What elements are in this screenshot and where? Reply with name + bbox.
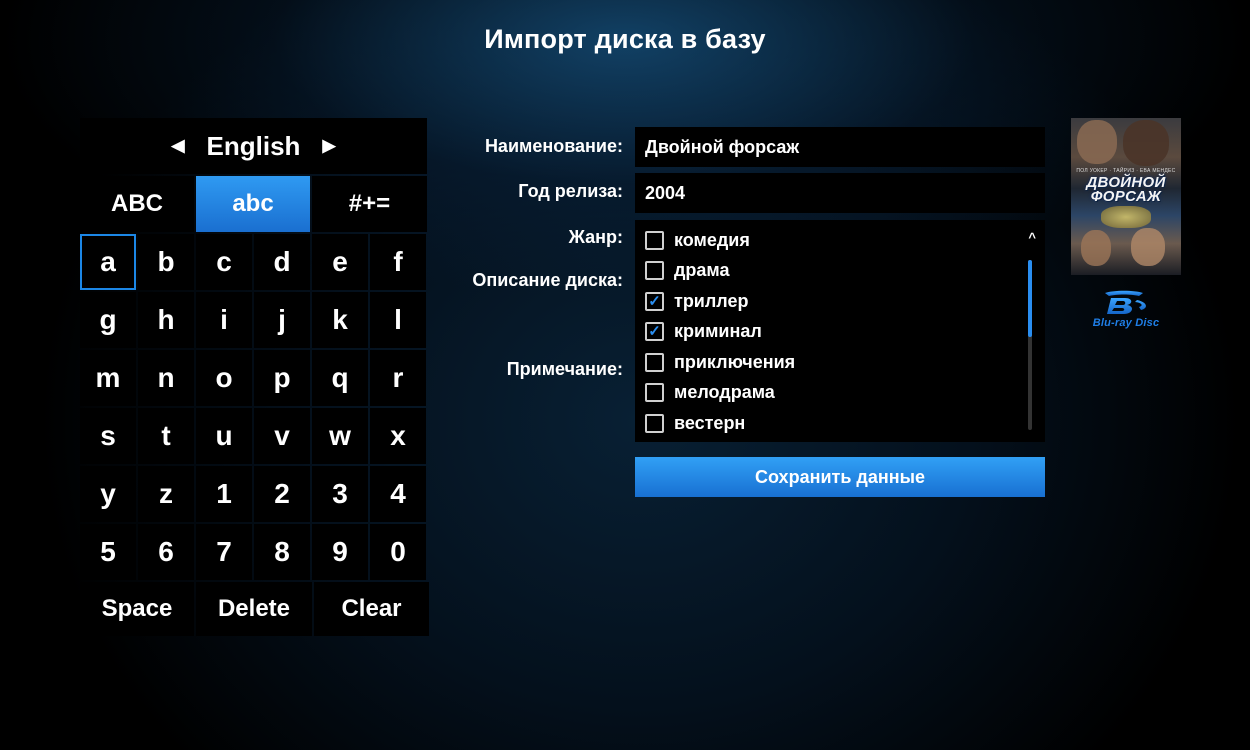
key-p[interactable]: p	[254, 350, 310, 406]
key-b[interactable]: b	[138, 234, 194, 290]
key-z[interactable]: z	[138, 466, 194, 522]
key-l[interactable]: l	[370, 292, 426, 348]
key-i[interactable]: i	[196, 292, 252, 348]
keyboard-actions: Space Delete Clear	[80, 582, 429, 636]
mode-uppercase[interactable]: ABC	[80, 176, 194, 232]
scrollbar-thumb[interactable]	[1028, 260, 1032, 337]
description-label: Описание диска:	[472, 270, 623, 290]
key-n[interactable]: n	[138, 350, 194, 406]
checkbox[interactable]	[645, 352, 664, 372]
language-label: English	[206, 130, 301, 161]
checkbox-checked[interactable]: ✓	[645, 291, 664, 311]
arrow-left-icon[interactable]: ◀	[171, 136, 184, 156]
checkbox[interactable]	[645, 261, 664, 280]
key-2[interactable]: 2	[254, 466, 310, 522]
genre-label: мелодрама	[674, 382, 775, 402]
genre-item[interactable]: драма	[645, 256, 730, 286]
key-k[interactable]: k	[312, 292, 368, 348]
key-5[interactable]: 5	[80, 524, 136, 580]
mode-lowercase[interactable]: abc	[196, 176, 310, 232]
year-field[interactable]: 2004	[635, 173, 1045, 213]
key-9[interactable]: 9	[312, 524, 368, 580]
checkbox[interactable]	[645, 230, 664, 250]
name-label: Наименование:	[484, 136, 623, 156]
year-label: Год релиза:	[518, 181, 623, 201]
key-g[interactable]: g	[80, 292, 136, 348]
key-1[interactable]: 1	[196, 466, 252, 522]
genre-label: приключения	[674, 351, 796, 372]
space-key[interactable]: Space	[80, 582, 194, 636]
genre-item[interactable]: вестерн	[645, 408, 745, 438]
chevron-up-icon[interactable]: ^	[1028, 230, 1036, 245]
genre-item[interactable]: ✓ триллер	[645, 286, 749, 316]
key-a[interactable]: a	[80, 234, 136, 290]
key-7[interactable]: 7	[196, 524, 252, 580]
mode-symbols[interactable]: #+=	[312, 176, 427, 232]
key-e[interactable]: e	[312, 234, 368, 290]
key-6[interactable]: 6	[138, 524, 194, 580]
key-grid: abcdef ghijkl mnopqr stuvwx yz1234 567890	[80, 234, 427, 580]
blu-ray-logo-text: Blu-ray Disc	[1092, 317, 1160, 329]
genre-label: криминал	[674, 321, 762, 341]
keyboard-modes: ABC abc #+=	[80, 176, 427, 232]
key-u[interactable]: u	[196, 408, 252, 464]
genre-list[interactable]: ^ комедия драма ✓ триллер ✓ криминал приключен…	[635, 220, 1045, 442]
key-q[interactable]: q	[312, 350, 368, 406]
genre-label: комедия	[674, 229, 750, 250]
genre-label: драма	[674, 260, 730, 280]
checkbox[interactable]	[645, 413, 664, 433]
key-x[interactable]: x	[370, 408, 426, 464]
key-4[interactable]: 4	[370, 466, 426, 522]
movie-poster: ПОЛ УОКЕР · ТАЙРИЗ · ЕВА МЕНДЕС ДВОЙНОЙ …	[1071, 118, 1181, 275]
key-m[interactable]: m	[80, 350, 136, 406]
key-w[interactable]: w	[312, 408, 368, 464]
language-selector[interactable]: ◀ English ▶	[80, 118, 427, 174]
key-t[interactable]: t	[138, 408, 194, 464]
key-f[interactable]: f	[370, 234, 426, 290]
genre-item[interactable]: приключения	[645, 347, 795, 377]
clear-key[interactable]: Clear	[314, 582, 429, 636]
key-o[interactable]: o	[196, 350, 252, 406]
delete-key[interactable]: Delete	[196, 582, 312, 636]
key-0[interactable]: 0	[370, 524, 426, 580]
key-s[interactable]: s	[80, 408, 136, 464]
genre-label: триллер	[674, 290, 749, 311]
key-8[interactable]: 8	[254, 524, 310, 580]
genre-item[interactable]: ✓ криминал	[645, 317, 762, 347]
genre-item[interactable]: мелодрама	[645, 378, 775, 408]
page-title: Импорт диска в базу	[484, 24, 766, 54]
genre-item[interactable]: комедия	[645, 225, 750, 255]
key-d[interactable]: d	[254, 234, 310, 290]
key-r[interactable]: r	[370, 350, 426, 406]
checkbox[interactable]	[645, 383, 664, 402]
key-h[interactable]: h	[138, 292, 194, 348]
blu-ray-disc-icon: Blu-ray Disc	[1084, 290, 1168, 335]
key-v[interactable]: v	[254, 408, 310, 464]
genre-label: вестерн	[674, 412, 746, 433]
note-label: Примечание:	[506, 359, 623, 379]
key-3[interactable]: 3	[312, 466, 368, 522]
virtual-keyboard: ◀ English ▶ ABC abc #+= abcdef ghijkl mnop…	[80, 118, 429, 636]
arrow-right-icon[interactable]: ▶	[322, 136, 335, 156]
scrollbar[interactable]	[1028, 260, 1032, 430]
name-field[interactable]: Двойной форсаж	[635, 127, 1045, 167]
key-y[interactable]: y	[80, 466, 136, 522]
save-button[interactable]: Сохранить данные	[635, 457, 1045, 497]
genre-label: Жанр:	[568, 227, 623, 247]
key-j[interactable]: j	[254, 292, 310, 348]
checkbox-checked[interactable]: ✓	[645, 322, 664, 341]
key-c[interactable]: c	[196, 234, 252, 290]
poster-title: ДВОЙНОЙ ФОРСАЖ	[1086, 174, 1166, 205]
